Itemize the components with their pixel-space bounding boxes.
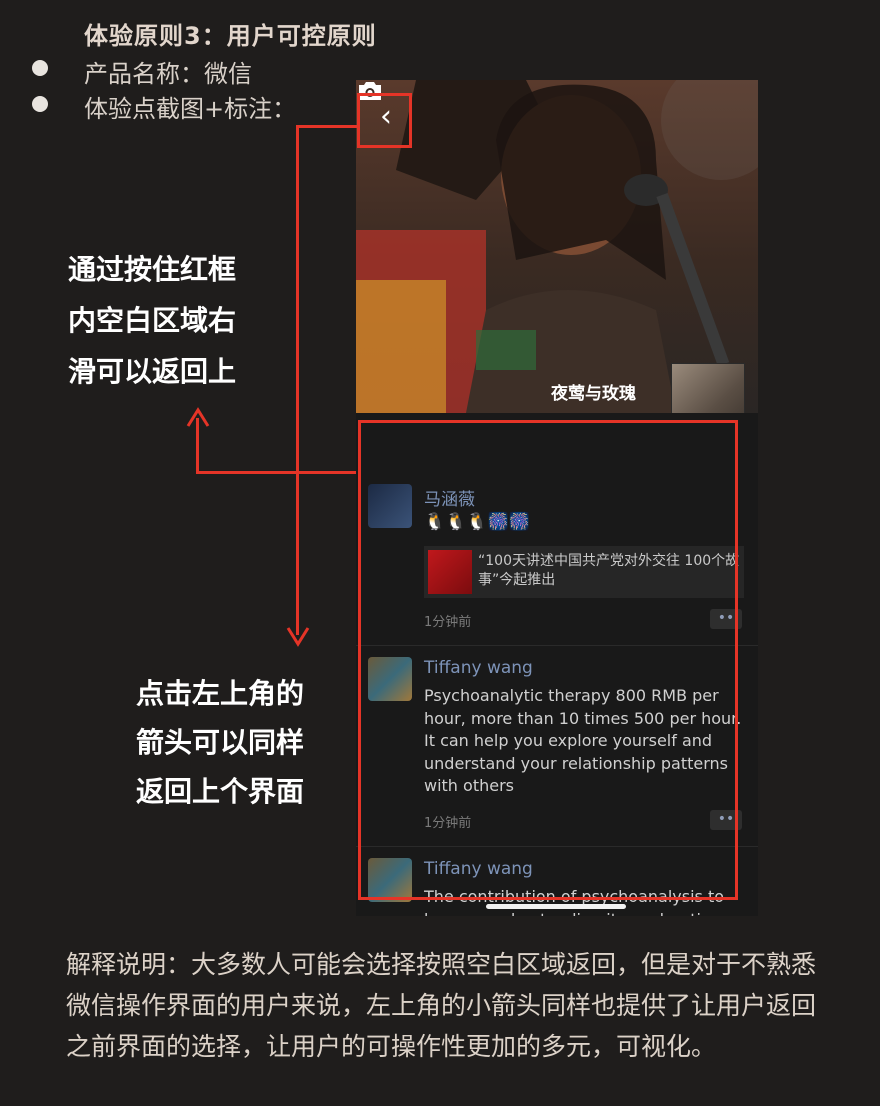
- arrow-note: 点击左上角的 箭头可以同样 返回上个界面: [136, 669, 304, 816]
- connector-line: [196, 471, 356, 474]
- connector-line: [296, 125, 358, 128]
- bullet-icon: [32, 60, 48, 76]
- arrow-note-line: 点击左上角的: [136, 677, 305, 710]
- arrow-note-line: 返回上个界面: [136, 775, 305, 808]
- swipe-note-line: 通过按住红框: [68, 253, 237, 286]
- cover-caption: 夜莺与玫瑰: [551, 384, 636, 404]
- arrow-up-icon: [186, 407, 210, 427]
- product-name-line: 产品名称：微信: [84, 60, 252, 88]
- swipe-note-line: 内空白区域右: [68, 304, 237, 337]
- arrow-down-icon: [286, 627, 310, 647]
- bullet-icon: [32, 96, 48, 112]
- screenshot-label-line: 体验点截图+标注：: [84, 95, 297, 123]
- explanation-text: 解释说明：大多数人可能会选择按照空白区域返回，但是对于不熟悉微信操作界面的用户来…: [66, 950, 817, 1061]
- arrow-note-line: 箭头可以同样: [136, 726, 305, 759]
- blank-area-highlight: [358, 420, 738, 900]
- connector-line: [296, 125, 299, 635]
- swipe-note-line: 滑可以返回上: [68, 355, 237, 388]
- slide-title: 体验原则3：用户可控原则: [84, 22, 377, 50]
- swipe-note: 通过按住红框 内空白区域右 滑可以返回上: [68, 244, 236, 397]
- back-arrow-highlight: [357, 93, 412, 148]
- home-indicator: [486, 904, 626, 909]
